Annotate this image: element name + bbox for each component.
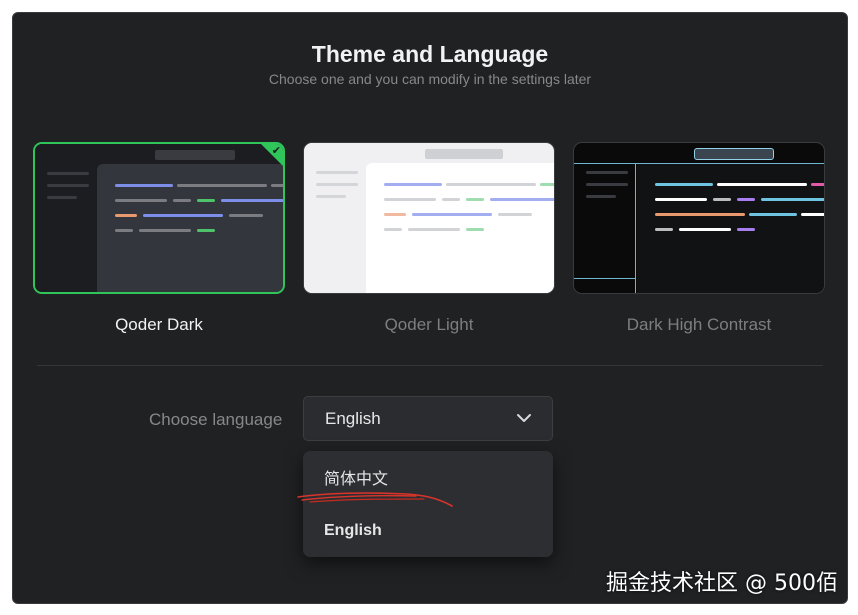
preview-sidebar (35, 144, 97, 292)
preview-topbar (694, 148, 774, 160)
red-annotation-scribble (297, 492, 453, 507)
language-select[interactable]: English (303, 396, 553, 441)
preview-editor (366, 163, 554, 293)
theme-label-dark-high-contrast: Dark High Contrast (626, 315, 772, 334)
theme-card-qoder-dark[interactable]: ✔ (33, 142, 285, 294)
preview-topbar (425, 149, 503, 159)
preview-sidebar (304, 143, 366, 293)
dialog-subtitle: Choose one and you can modify in the set… (268, 71, 592, 87)
dialog-title: Theme and Language (311, 41, 549, 67)
language-label: Choose language (149, 410, 283, 429)
watermark-text: 掘金技术社区 @ 500佰 (606, 571, 838, 596)
preview-editor (637, 164, 824, 293)
theme-card-qoder-light[interactable] (303, 142, 555, 294)
language-option-english[interactable]: English (303, 511, 553, 551)
preview-bottomline (574, 278, 636, 279)
language-select-value: English (325, 409, 381, 428)
section-divider (37, 365, 823, 366)
preview-topbar (155, 150, 235, 160)
check-icon: ✔ (271, 145, 281, 157)
theme-card-dark-high-contrast[interactable] (573, 142, 825, 294)
chevron-down-icon (516, 407, 532, 434)
preview-editor (97, 164, 283, 292)
theme-label-qoder-light: Qoder Light (384, 315, 474, 334)
preview-sidebar (574, 163, 636, 293)
theme-label-qoder-dark: Qoder Dark (115, 315, 203, 334)
theme-language-dialog: Theme and Language Choose one and you ca… (12, 12, 848, 604)
